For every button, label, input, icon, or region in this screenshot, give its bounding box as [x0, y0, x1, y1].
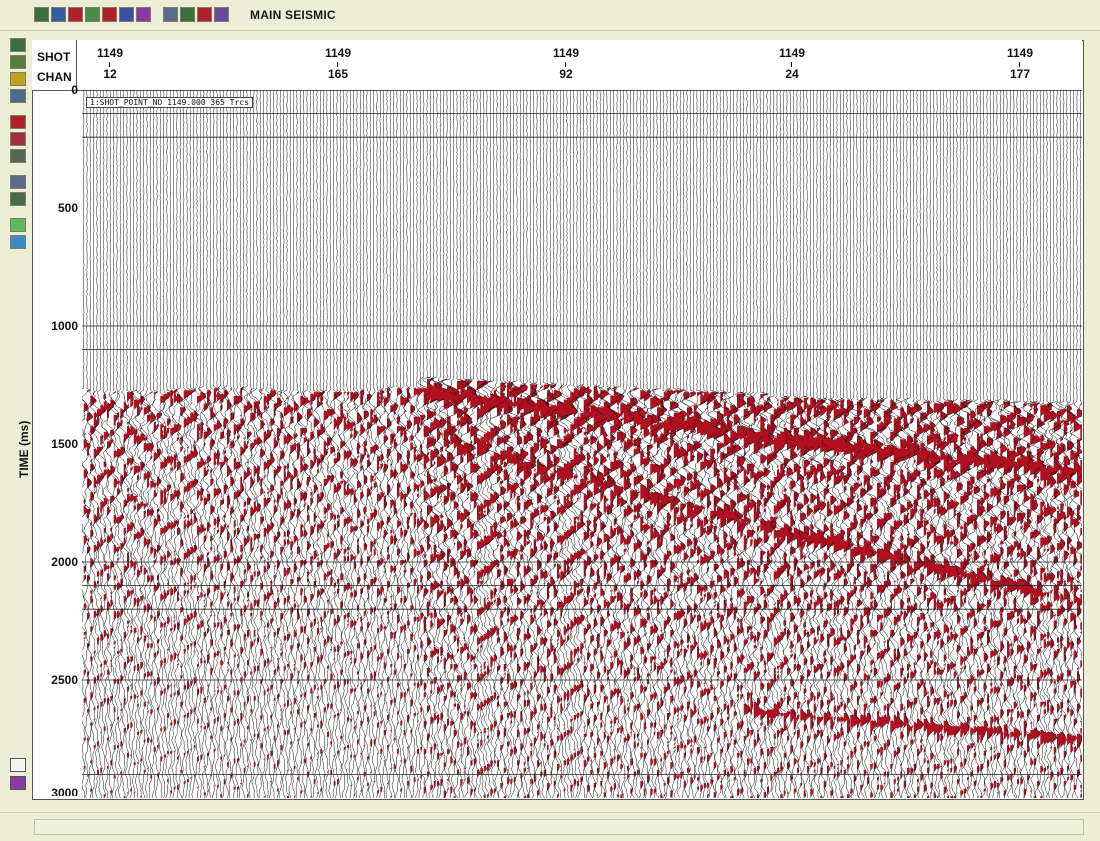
pick-icon[interactable]: [180, 7, 195, 22]
scale-icon[interactable]: [10, 192, 26, 206]
trace-fill: [143, 407, 150, 774]
frame-icon[interactable]: [10, 72, 26, 86]
grid-icon[interactable]: [10, 89, 26, 103]
shot-header-label: SHOT: [37, 50, 71, 64]
trace-wiggle: [130, 90, 142, 798]
left-tool-palette: [10, 38, 30, 249]
trace-fill: [227, 399, 232, 768]
header-icon[interactable]: [10, 175, 26, 189]
seismic-display[interactable]: [82, 90, 1082, 798]
x-tick-shot-label: 1149: [324, 46, 352, 60]
spectrum-icon[interactable]: [85, 7, 100, 22]
trace-wiggle: [377, 90, 390, 798]
trace-fill: [770, 414, 778, 781]
seismic-section-icon[interactable]: [34, 7, 49, 22]
pointer-icon[interactable]: [10, 758, 26, 772]
y-tick-label: 1000: [51, 319, 78, 333]
y-tick-label: 3000: [51, 786, 78, 796]
color-bar-icon[interactable]: [136, 7, 151, 22]
x-tick-shot-label: 1149: [1006, 46, 1034, 60]
y-tick-label: 2500: [51, 673, 78, 687]
y-tick-label: 2000: [51, 555, 78, 569]
trace-wiggle: [351, 90, 363, 798]
trace-wiggle: [261, 90, 272, 798]
trace-display-icon[interactable]: [51, 7, 66, 22]
b-tool-icon[interactable]: [10, 776, 26, 790]
y-axis-label: TIME (ms): [17, 420, 31, 478]
tool-separator: [10, 166, 30, 172]
status-field: [34, 819, 1084, 835]
trace-fill: [83, 403, 89, 770]
bottom-tool-palette: [10, 758, 26, 790]
trace-fill: [833, 403, 848, 780]
palette-icon[interactable]: [119, 7, 134, 22]
y-tick-label: 1500: [51, 437, 78, 451]
y-tick-label: 500: [57, 201, 78, 215]
trace-wiggle: [328, 90, 340, 798]
trace-icon[interactable]: [10, 149, 26, 163]
layer-icon[interactable]: [10, 55, 26, 69]
color-fill-icon[interactable]: [68, 7, 83, 22]
x-tick-chan-label: 165: [327, 67, 349, 81]
flag-icon[interactable]: [197, 7, 212, 22]
trace-fill: [293, 401, 299, 798]
wiggle-variable-area-icon[interactable]: [10, 115, 26, 129]
x-tick-shot-label: 1149: [552, 46, 580, 60]
density-icon[interactable]: [10, 132, 26, 146]
plot-icon[interactable]: [214, 7, 229, 22]
tool-separator: [10, 106, 30, 112]
trace-wiggle: [291, 90, 303, 798]
x-tick-chan-label: 177: [1009, 67, 1031, 81]
window-title: MAIN SEISMIC: [250, 8, 336, 22]
wiggle-icon[interactable]: [102, 7, 117, 22]
trace-wiggle: [883, 90, 899, 798]
trace-fill: [907, 405, 916, 798]
toolbar-separator: [153, 7, 161, 22]
status-bar: [0, 812, 1100, 841]
x-tick-chan-label: 24: [785, 67, 799, 81]
x-tick-shot-label: 1149: [96, 46, 124, 60]
trace-wiggle: [114, 90, 126, 798]
trace-fill: [207, 390, 212, 793]
x-tick-chan-label: 92: [559, 67, 573, 81]
trace-fill: [87, 390, 93, 778]
r-tool-icon[interactable]: [10, 218, 26, 232]
view-icon[interactable]: [10, 38, 26, 52]
trace-group: [82, 90, 1082, 798]
x-tick-shot-label: 1149: [778, 46, 806, 60]
zoom-icon[interactable]: [163, 7, 178, 22]
y-tick-label: 0: [71, 83, 78, 97]
chan-header-label: CHAN: [37, 70, 72, 84]
tool-separator: [10, 209, 30, 215]
trace-fill: [153, 392, 159, 753]
trace-annotation: 1:SHOT_POINT_NO 1149.000 365 Trcs: [86, 97, 253, 108]
trace-header-bar: SHOT CHAN 1149 12 1149 165 1149 92 1149 24 1149 1…: [32, 40, 1082, 91]
toolbar-icon-group: [34, 7, 229, 22]
s-tool-icon[interactable]: [10, 235, 26, 249]
top-toolbar: MAIN SEISMIC: [0, 0, 1100, 31]
trace-wiggle: [314, 90, 326, 798]
trace-fill: [323, 411, 330, 778]
trace-wiggle: [178, 90, 190, 798]
x-tick-chan-label: 12: [103, 67, 117, 81]
